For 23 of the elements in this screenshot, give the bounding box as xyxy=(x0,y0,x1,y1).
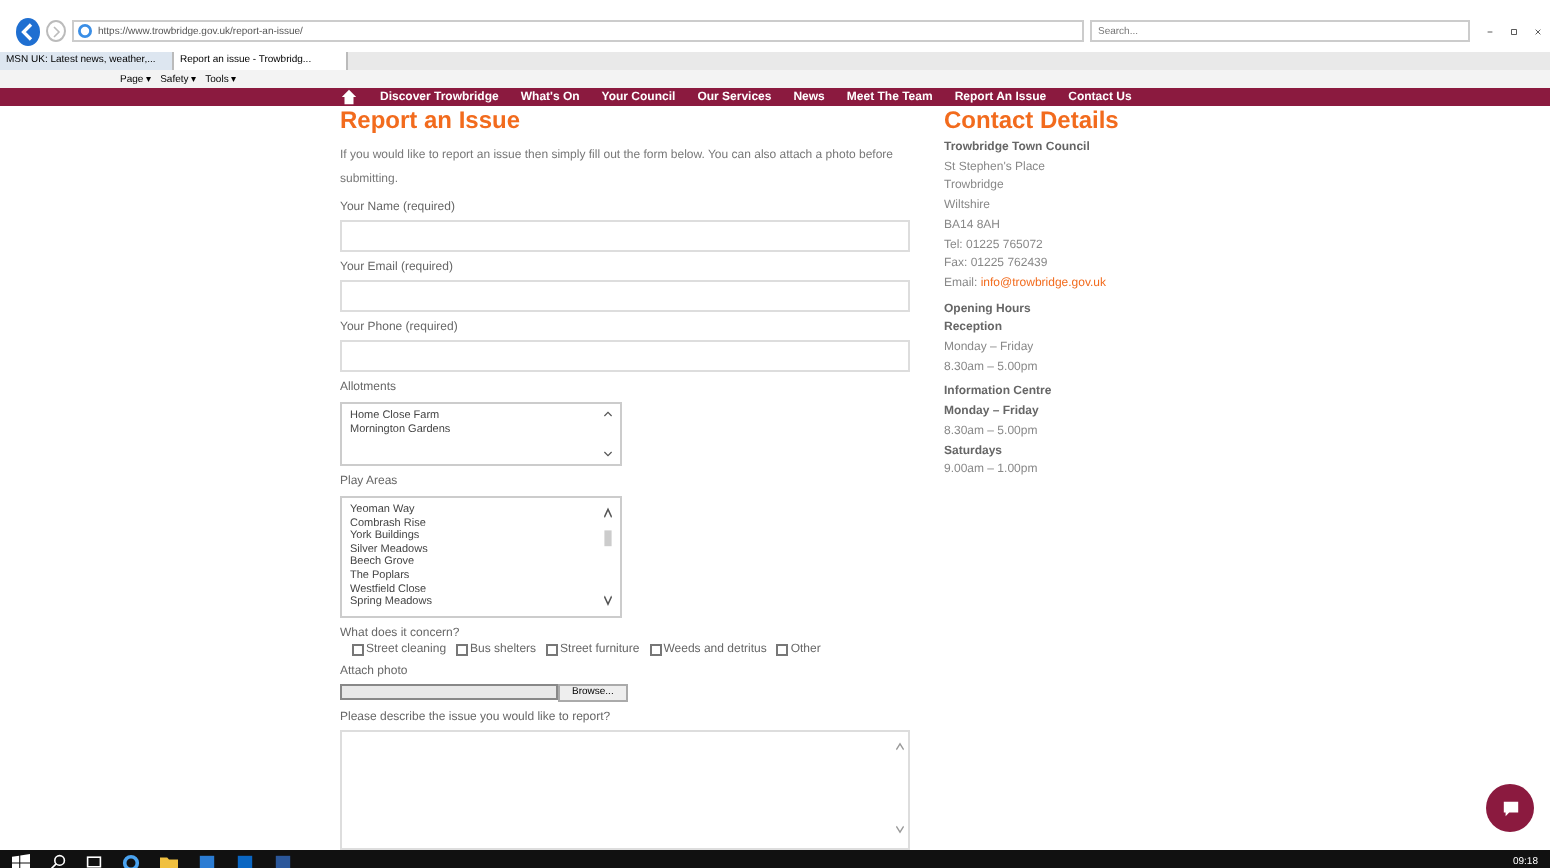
file-path-field[interactable] xyxy=(340,684,558,701)
contact-heading: Contact Details xyxy=(944,106,1121,134)
browser-icon[interactable] xyxy=(122,853,140,868)
search-icon[interactable] xyxy=(50,854,66,868)
folder-icon[interactable] xyxy=(160,853,178,868)
input-field[interactable] xyxy=(340,280,910,312)
scrollbar-icon[interactable] xyxy=(894,739,906,836)
task-view-icon[interactable] xyxy=(86,854,102,868)
document-icon[interactable] xyxy=(274,853,292,868)
app-icon[interactable] xyxy=(236,853,254,868)
page-icon xyxy=(78,24,92,38)
back-button[interactable] xyxy=(16,17,40,45)
home-icon[interactable] xyxy=(340,88,358,106)
input-field[interactable] xyxy=(340,340,910,372)
chat-button[interactable] xyxy=(1486,784,1534,832)
page-heading: Report an Issue xyxy=(340,106,523,134)
app-icon[interactable] xyxy=(198,853,216,868)
scrollbar-icon[interactable] xyxy=(602,410,614,458)
scrollbar-icon[interactable] xyxy=(602,504,614,610)
windows-icon[interactable] xyxy=(12,853,30,868)
chat-icon xyxy=(1501,799,1519,817)
restore-icon[interactable] xyxy=(1510,23,1518,39)
input-field[interactable] xyxy=(340,220,910,252)
